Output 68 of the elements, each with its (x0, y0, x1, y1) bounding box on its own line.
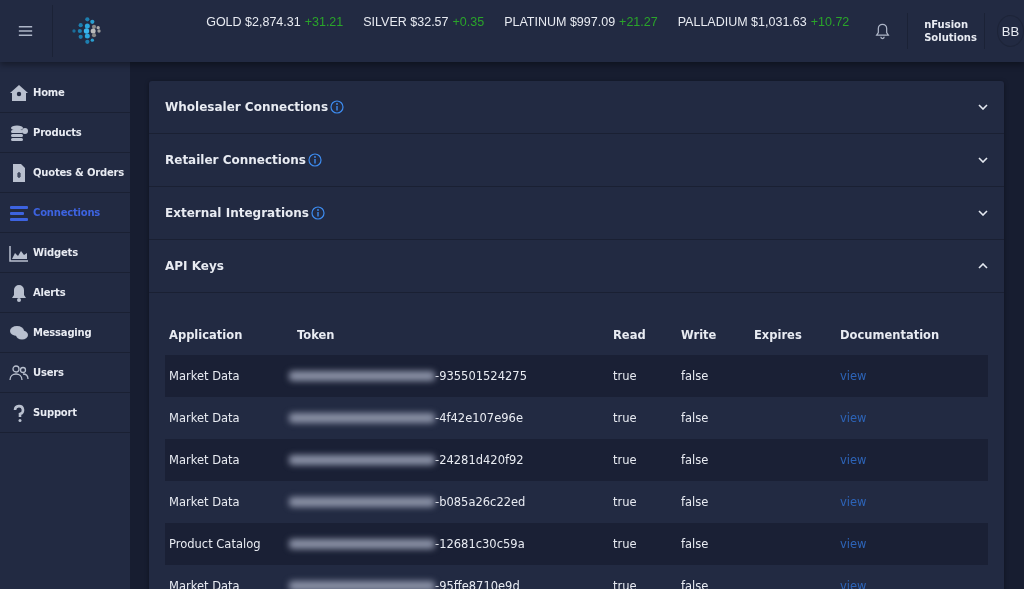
table-cell: Product Catalog (165, 523, 293, 565)
table-cell: true (609, 355, 677, 397)
section-title: Wholesaler Connections (165, 100, 329, 114)
accordion-header[interactable]: Wholesaler Connections (149, 81, 1004, 134)
price-change: +31.21 (304, 15, 344, 29)
sidebar-item[interactable]: Support (0, 393, 130, 433)
metal-price: SILVER $32.57 (363, 15, 449, 29)
table-cell: false (677, 481, 750, 523)
metal-price: PLATINUM $997.09 (504, 15, 616, 29)
chevron-icon (978, 104, 988, 110)
sidebar-item[interactable]: Products (0, 113, 130, 153)
chart-icon (9, 243, 29, 262)
table-cell: true (609, 397, 677, 439)
table-cell: -24281d420f92 (435, 453, 524, 467)
info-icon[interactable] (330, 100, 345, 114)
info-icon[interactable] (307, 153, 322, 167)
bell-icon[interactable] (875, 21, 891, 41)
accordion-header[interactable]: External Integrations (149, 187, 1004, 240)
table-cell: true (609, 523, 677, 565)
info-icon[interactable] (310, 206, 325, 220)
column-header: Token (293, 315, 609, 355)
menu-icon[interactable] (18, 24, 33, 38)
table-cell: Market Data (165, 439, 293, 481)
table-cell: Market Data (165, 355, 293, 397)
column-header: Write (677, 315, 750, 355)
chevron-icon (978, 210, 988, 216)
column-header: Read (609, 315, 677, 355)
table-cell: false (677, 439, 750, 481)
price-change: +10.72 (810, 15, 850, 29)
company-name[interactable]: nFusion Solutions (908, 18, 985, 44)
column-header: Application (165, 315, 293, 355)
list-icon (9, 203, 29, 222)
chevron-icon (978, 157, 988, 163)
table-cell: false (677, 397, 750, 439)
sidebar-item[interactable]: Home (0, 73, 130, 113)
table-cell: Market Data (165, 397, 293, 439)
accordion-header[interactable]: Retailer Connections (149, 134, 1004, 187)
metal-price: GOLD $2,874.31 (206, 15, 301, 29)
table-cell: -4f42e107e96e (435, 411, 523, 425)
coins-icon (9, 123, 29, 142)
chat-icon (9, 323, 29, 342)
sidebar-item[interactable]: Alerts (0, 273, 130, 313)
users-icon (9, 363, 29, 382)
user-avatar[interactable]: BB (997, 15, 1024, 47)
sidebar-item[interactable]: Messaging (0, 313, 130, 353)
section-title: External Integrations (165, 206, 309, 220)
price-change: +0.35 (452, 15, 485, 29)
table-cell: -12681c30c59a (435, 537, 525, 551)
section-title: Retailer Connections (165, 153, 306, 167)
table-cell: -935501524275 (435, 369, 527, 383)
sidebar-item[interactable]: Users (0, 353, 130, 393)
section-title: API Keys (165, 259, 224, 273)
table-cell: false (677, 523, 750, 565)
metal-price: PALLADIUM $1,031.63 (677, 15, 807, 29)
bell-icon (9, 283, 29, 302)
table-cell: false (677, 355, 750, 397)
house-icon (9, 83, 29, 102)
chevron-icon (978, 263, 988, 269)
table-cell: Market Data (165, 481, 293, 523)
sidebar-item[interactable]: Widgets (0, 233, 130, 273)
column-header: Documentation (836, 315, 988, 355)
table-cell: -b085a26c22ed (435, 495, 526, 509)
table-cell: true (609, 481, 677, 523)
column-header: Expires (750, 315, 836, 355)
table-cell: true (609, 439, 677, 481)
price-change: +21.27 (619, 15, 658, 29)
accordion-header[interactable]: API Keys (149, 240, 1004, 293)
sidebar-item[interactable]: Quotes & Orders (0, 153, 130, 193)
